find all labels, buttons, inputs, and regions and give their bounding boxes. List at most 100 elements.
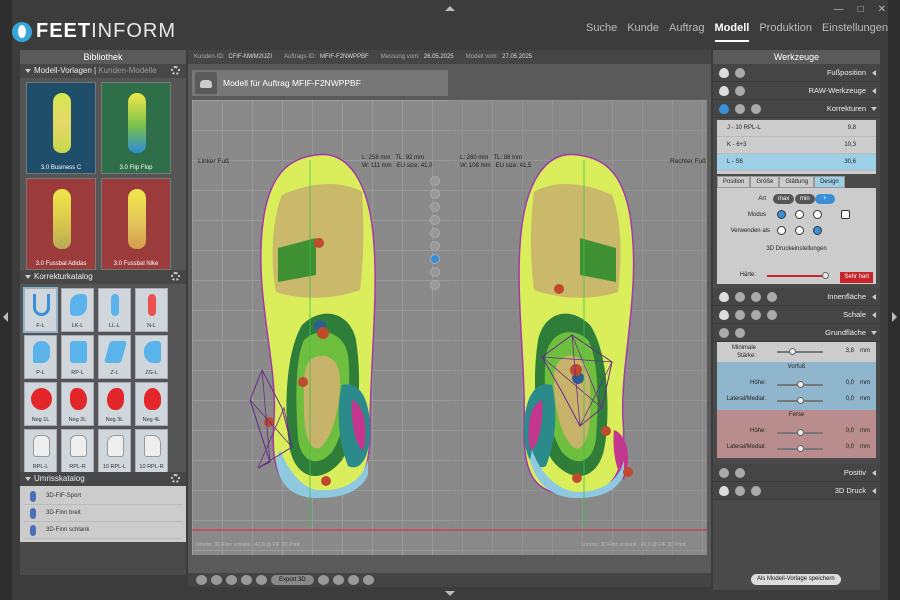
printer-icon[interactable] [362,575,374,585]
catalog-item[interactable]: Neg 4L [135,382,168,426]
vorfuss-lateral-slider[interactable] [777,397,823,404]
art-plus-button[interactable]: + [815,194,835,204]
row-fussposition[interactable]: Fußposition [713,64,880,82]
expand-icon[interactable] [872,470,876,476]
use-print-icon[interactable] [813,226,822,235]
view-front-icon[interactable] [226,575,237,585]
undo-icon[interactable] [751,486,761,496]
eye-icon[interactable] [719,310,729,320]
view-tool-icon[interactable] [430,202,440,212]
undo-icon[interactable] [735,468,745,478]
eye-icon[interactable] [719,104,729,114]
slider-knob[interactable] [822,272,829,279]
use-layer-icon[interactable] [795,226,804,235]
gear-icon[interactable] [171,66,180,75]
expand-icon[interactable] [872,488,876,494]
nav-suche[interactable]: Suche [586,22,617,42]
row-schale[interactable]: Schale [713,306,880,324]
catalog-item[interactable]: RP-L [61,335,94,379]
art-min-button[interactable]: min [795,194,815,204]
save-icon[interactable] [841,210,850,219]
catalog-item[interactable]: LK-L [61,288,94,332]
art-max-button[interactable]: max [773,194,795,204]
eye-icon[interactable] [719,68,729,78]
haerte-slider[interactable] [767,272,829,279]
view-tool-icon[interactable] [430,267,440,277]
expand-icon[interactable] [872,294,876,300]
undo-icon[interactable] [211,575,222,585]
use-circle-icon[interactable] [777,226,786,235]
undo-icon[interactable] [735,328,745,338]
nav-auftrag[interactable]: Auftrag [669,22,704,42]
slider-knob[interactable] [797,429,804,436]
print-icon[interactable] [317,575,329,585]
row-raw-tools[interactable]: RAW-Werkzeuge [713,82,880,100]
catalog-item[interactable]: 10 RPL-L [98,429,131,473]
catalog-item[interactable]: LL-L [98,288,131,332]
template-item[interactable]: 3.0 Flip Flop [101,82,171,174]
expand-icon[interactable] [872,312,876,318]
slider-knob[interactable] [797,445,804,452]
view-tool-icon[interactable] [430,215,440,225]
row-3d-druck[interactable]: 3D Druck [713,482,880,500]
catalog-item[interactable]: Z-L [98,335,131,379]
wrench-icon[interactable] [735,310,745,320]
row-positiv[interactable]: Positiv [713,464,880,482]
row-korrekturen[interactable]: Korrekturen [713,100,880,118]
vorfuss-height-slider[interactable] [777,381,823,388]
catalog-item[interactable]: RPL-R [61,429,94,473]
view-side-icon[interactable] [241,575,252,585]
catalog-item[interactable]: ZG-L [135,335,168,379]
mode-triangle-icon[interactable] [777,210,786,219]
view-tool-icon[interactable] [430,228,440,238]
copy-icon[interactable] [735,486,745,496]
row-grundflaeche[interactable]: Grundfläche [713,324,880,342]
undo-icon[interactable] [767,310,777,320]
3d-viewport[interactable]: Linker Fuß L: 258 mm TL: 92 mm W: 111 mm… [192,100,707,555]
slider-knob[interactable] [797,397,804,404]
mode-vertex-icon[interactable] [795,210,804,219]
catalog-item[interactable]: 10 RPL-R [135,429,168,473]
min-strength-slider[interactable] [777,348,823,355]
expand-icon[interactable] [872,88,876,94]
save-icon[interactable] [196,575,207,585]
katalog-header[interactable]: Korrekturkatalog [20,270,186,284]
view-tool-icon[interactable] [430,176,440,186]
wrench-icon[interactable] [735,68,745,78]
tab-design[interactable]: Design [814,176,845,188]
view-tool-icon[interactable] [430,280,440,290]
copy-icon[interactable] [735,104,745,114]
template-item[interactable]: 3.0 Fussbal Adidas [26,178,96,270]
eye-icon[interactable] [719,86,729,96]
umriss-header[interactable]: Umrisskatalog [20,472,186,486]
right-insole[interactable] [518,153,635,530]
nav-produktion[interactable]: Produktion [759,22,812,42]
view-tool-icon[interactable] [430,189,440,199]
eye-icon[interactable] [719,292,729,302]
outline-item[interactable]: 3D-Finn breit [24,505,182,522]
correction-row-selected[interactable]: L - S6 30,6 [717,154,876,171]
view-tool-icon[interactable] [430,241,440,251]
left-collapse-bar[interactable] [0,0,12,600]
trash-icon[interactable] [751,104,761,114]
correction-row[interactable]: J - 10 RPL-L 9,8 [717,120,876,137]
slider-knob[interactable] [797,381,804,388]
tab-position[interactable]: Position [717,176,751,188]
catalog-item[interactable]: N-L [135,288,168,332]
catalog-item[interactable]: RPL-L [24,429,57,473]
ferse-height-slider[interactable] [777,429,823,436]
outline-item[interactable]: 3D-Finn schlank [24,522,182,539]
catalog-item[interactable]: Neg 1L [24,382,57,426]
slider-knob[interactable] [789,348,796,355]
correction-row[interactable]: K - 6+3 10,3 [717,137,876,154]
nav-kunde[interactable]: Kunde [627,22,659,42]
copy-icon[interactable] [751,310,761,320]
mode-star-icon[interactable] [813,210,822,219]
gear-icon[interactable] [171,474,180,483]
collapse-icon[interactable] [871,331,877,335]
right-collapse-bar[interactable] [888,0,900,600]
nav-einstellungen[interactable]: Einstellungen [822,22,888,42]
eye-icon[interactable] [719,486,729,496]
outline-item[interactable]: 3D-FIF-Sport [24,488,182,505]
customer-models-tab[interactable]: Kunden-Modelle [98,66,156,75]
